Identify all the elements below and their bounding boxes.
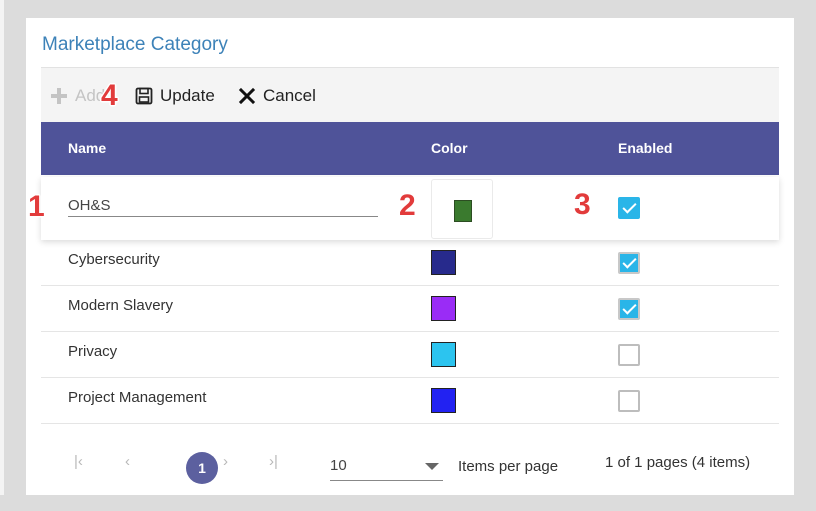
adjacent-panel-edge [0,0,4,495]
plus-icon [51,87,67,104]
table-row: Modern Slavery [41,286,779,332]
previous-page-icon[interactable]: ‹ [125,453,130,470]
page-number-button[interactable]: 1 [186,452,218,484]
color-picker[interactable] [431,179,493,239]
annotation-marker-3: 3 [574,188,591,221]
pager: |‹ ‹ 1 › ›| 10 Items per page 1 of 1 pag… [41,429,779,489]
table-row: Project Management [41,378,779,424]
update-button[interactable]: Update [135,68,215,123]
close-icon [238,87,256,104]
annotation-marker-1: 1 [28,190,45,223]
row-name: Project Management [68,389,207,406]
column-header-color[interactable]: Color [431,122,468,175]
color-swatch [454,200,472,222]
items-per-page-label: Items per page [458,458,559,475]
category-grid-card: Marketplace Category Add Update Cancel N… [26,18,794,495]
save-icon [135,87,153,104]
enabled-checkbox[interactable] [618,344,640,366]
color-swatch [431,388,456,413]
page-size-value: 10 [330,457,347,474]
color-swatch [431,296,456,321]
grid-toolbar: Add Update Cancel [41,67,779,122]
page-size-select[interactable]: 10 [330,451,443,481]
enabled-checkbox[interactable] [618,390,640,412]
first-page-icon[interactable]: |‹ [74,453,83,470]
table-row: Cybersecurity [41,240,779,286]
row-name: Cybersecurity [68,251,160,268]
last-page-icon[interactable]: ›| [269,453,278,470]
column-header-name[interactable]: Name [68,122,106,175]
enabled-checkbox[interactable] [618,252,640,274]
color-swatch [431,250,456,275]
pager-info: 1 of 1 pages (4 items) [605,454,751,471]
next-page-icon[interactable]: › [223,453,228,470]
enabled-checkbox[interactable] [618,298,640,320]
table-row: Privacy [41,332,779,378]
grid-header: Name Color Enabled [41,122,779,175]
page-title: Marketplace Category [42,34,228,55]
enabled-checkbox[interactable] [618,197,640,219]
cancel-button[interactable]: Cancel [238,68,316,123]
chevron-down-icon [425,463,439,470]
annotation-marker-2: 2 [399,189,416,222]
annotation-marker-4: 4 [101,79,118,112]
column-header-enabled[interactable]: Enabled [618,122,672,175]
update-button-label: Update [160,85,215,105]
row-name: Modern Slavery [68,297,174,314]
row-name: Privacy [68,343,118,360]
color-swatch [431,342,456,367]
name-input[interactable] [68,195,378,217]
cancel-button-label: Cancel [263,85,316,105]
